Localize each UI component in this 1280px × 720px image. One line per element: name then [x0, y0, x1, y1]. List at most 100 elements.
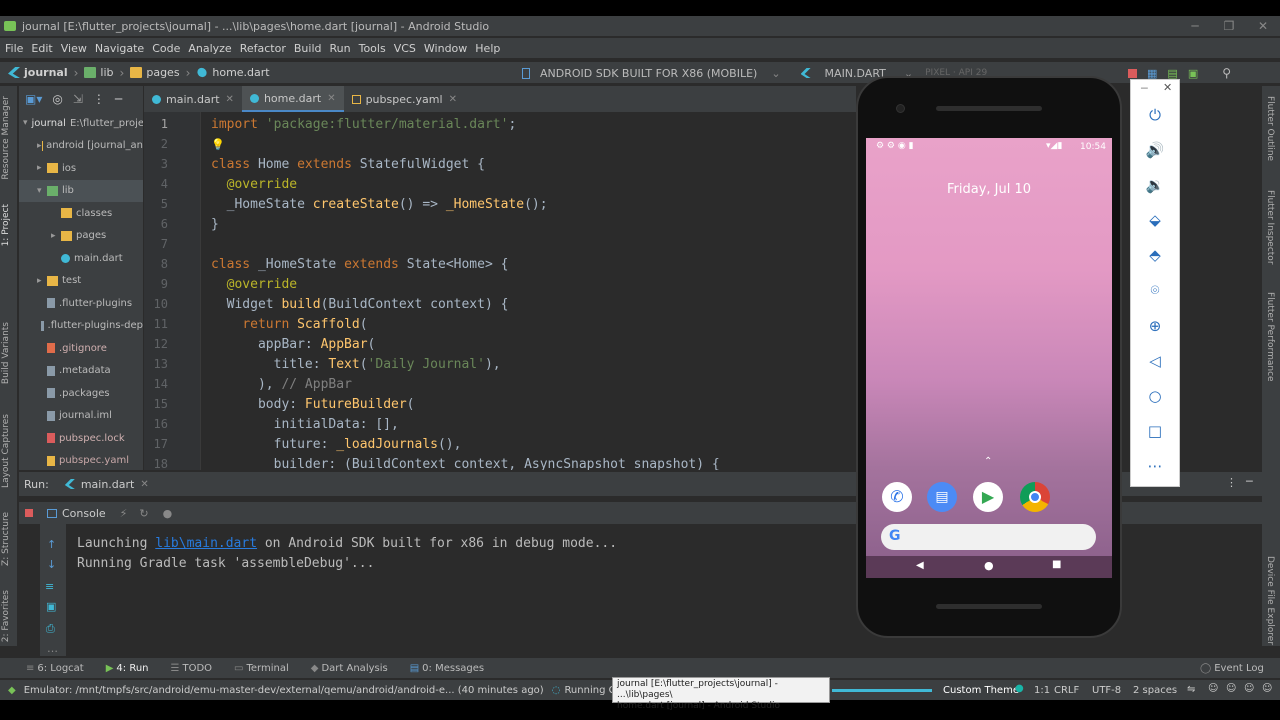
arrow-up-icon[interactable]: ↑ [47, 538, 56, 551]
breadcrumb-pages[interactable]: pages › [124, 66, 190, 80]
project-view-icon[interactable]: ▣▾ [25, 92, 42, 106]
menu-navigate[interactable]: Navigate [94, 42, 145, 55]
face-icon[interactable]: ☺ [1262, 683, 1272, 694]
home-icon[interactable]: ● [984, 559, 994, 572]
tree-item[interactable]: .metadata [19, 360, 143, 383]
recents-icon[interactable]: ■ [1052, 559, 1061, 570]
messages-app-icon[interactable]: ▤ [927, 482, 957, 512]
record-icon[interactable]: ● [163, 507, 173, 520]
face-icon[interactable]: ☺ [1244, 683, 1254, 694]
menu-analyze[interactable]: Analyze [187, 42, 232, 55]
menu-vcs[interactable]: VCS [393, 42, 417, 55]
line-separator-status[interactable]: CRLF [1054, 685, 1079, 696]
menu-refactor[interactable]: Refactor [239, 42, 287, 55]
chrome-icon[interactable] [1020, 482, 1050, 512]
print-icon[interactable]: ⎙ [46, 622, 55, 636]
flutter-inspector-tab[interactable]: Flutter Inspector [1265, 190, 1275, 265]
hide-icon[interactable]: ─ [115, 92, 122, 106]
more-icon[interactable]: ⋯ [1145, 456, 1165, 476]
layout-icon[interactable]: ▦ [1147, 67, 1157, 80]
tab-pubspec-yaml[interactable]: pubspec.yaml ✕ [344, 86, 465, 112]
search-icon[interactable]: ⚲ [1222, 66, 1231, 80]
sdk-icon[interactable]: ▤ [1167, 67, 1177, 80]
tree-item[interactable]: ▾ lib [19, 179, 143, 202]
flash-icon[interactable]: ⚡ [120, 507, 128, 520]
more-icon[interactable]: ⋮ [1226, 476, 1237, 489]
lock-icon[interactable]: ⇋ [1187, 684, 1195, 695]
resource-manager-tab[interactable]: Resource Manager [1, 96, 11, 180]
tree-item[interactable]: pubspec.yaml [19, 450, 143, 471]
close-icon[interactable]: ✕ [449, 94, 457, 105]
tab-home-dart[interactable]: home.dart ✕ [241, 86, 344, 112]
menu-help[interactable]: Help [474, 42, 501, 55]
main-dart-link[interactable]: lib\main.dart [155, 536, 257, 551]
event-log-tab[interactable]: ◯ Event Log [1200, 663, 1264, 674]
structure-tab[interactable]: Z: Structure [1, 512, 11, 566]
phone-app-icon[interactable]: ✆ [882, 482, 912, 512]
collapse-icon[interactable]: ⇲ [73, 92, 83, 106]
menu-run[interactable]: Run [329, 42, 352, 55]
back-icon[interactable]: ◁ [1145, 351, 1165, 371]
close-icon[interactable]: ✕ [226, 94, 234, 105]
rotate-left-icon[interactable]: ⬙ [1145, 210, 1165, 230]
encoding-status[interactable]: UTF-8 [1092, 685, 1121, 696]
tab-main-dart[interactable]: main.dart ✕ [144, 86, 242, 112]
menu-edit[interactable]: Edit [30, 42, 53, 55]
tree-item[interactable]: .gitignore [19, 337, 143, 360]
logcat-tab[interactable]: ≡ 6: Logcat [26, 663, 84, 674]
device-file-explorer-tab[interactable]: Device File Explorer [1265, 556, 1275, 645]
menu-build[interactable]: Build [293, 42, 323, 55]
rotate-right-icon[interactable]: ⬘ [1145, 245, 1165, 265]
menu-tools[interactable]: Tools [358, 42, 387, 55]
play-store-icon[interactable]: ▶ [973, 482, 1003, 512]
code-editor[interactable]: import 'package:flutter/material.dart'; … [200, 112, 856, 470]
flutter-outline-tab[interactable]: Flutter Outline [1265, 96, 1275, 161]
volume-up-icon[interactable]: 🔊 [1145, 140, 1165, 160]
menu-code[interactable]: Code [151, 42, 181, 55]
close-icon[interactable]: ✕ [1246, 16, 1280, 36]
minimize-icon[interactable]: ─ [1141, 82, 1148, 95]
breadcrumb-journal[interactable]: journal › [0, 66, 78, 80]
phone-date[interactable]: Friday, Jul 10 [866, 182, 1112, 197]
google-search-bar[interactable]: G [881, 524, 1096, 550]
soft-wrap-icon[interactable]: ≡ [45, 580, 54, 593]
build-variants-tab[interactable]: Build Variants [1, 322, 11, 384]
tree-item[interactable]: .flutter-plugins-dep [19, 315, 143, 338]
console-tab[interactable]: Console [47, 507, 106, 520]
tree-root[interactable]: ▾ journal E:\flutter_proje [19, 112, 143, 135]
minimize-icon[interactable]: ─ [1178, 16, 1212, 36]
lightbulb-icon[interactable]: 💡 [211, 138, 225, 151]
scroll-end-icon[interactable]: ▣ [46, 600, 56, 613]
terminal-tab[interactable]: ▭ Terminal [234, 663, 289, 674]
close-icon[interactable]: ✕ [140, 479, 148, 490]
hide-icon[interactable]: ─ [1246, 475, 1253, 488]
menu-file[interactable]: File [4, 42, 24, 55]
target-icon[interactable]: ◎ [52, 92, 62, 106]
tree-item[interactable]: .flutter-plugins [19, 292, 143, 315]
camera-icon[interactable]: ⌾ [1145, 280, 1165, 300]
maximize-icon[interactable]: ❐ [1212, 16, 1246, 36]
tree-item[interactable]: main.dart [19, 247, 143, 270]
zoom-icon[interactable]: ⊕ [1145, 316, 1165, 336]
layout-captures-tab[interactable]: Layout Captures [1, 414, 11, 488]
stop-icon[interactable] [1128, 68, 1137, 78]
home-icon[interactable]: ○ [1145, 386, 1165, 406]
more-icon[interactable]: … [47, 642, 58, 655]
breadcrumb-lib[interactable]: lib › [78, 66, 124, 80]
favorites-tab[interactable]: 2: Favorites [1, 590, 11, 642]
volume-down-icon[interactable]: 🔉 [1145, 175, 1165, 195]
tree-item[interactable]: ▸ ios [19, 157, 143, 180]
arrow-down-icon[interactable]: ↓ [47, 558, 56, 571]
emulator-screen[interactable]: ⚙ ⚙ ◉ ▮ ▾◢▮ 10:54 Friday, Jul 10 ⌃ ✆ ▤ ▶… [866, 138, 1112, 578]
avd-icon[interactable]: ▣ [1188, 67, 1198, 80]
tree-item[interactable]: pubspec.lock [19, 427, 143, 450]
tree-item[interactable]: ▸ test [19, 270, 143, 293]
run-tab[interactable]: ▶ 4: Run [106, 663, 149, 674]
face-icon[interactable]: ☺ [1208, 683, 1218, 694]
power-icon[interactable]: ⏻ [1145, 105, 1165, 125]
menu-window[interactable]: Window [423, 42, 468, 55]
project-tab[interactable]: 1: Project [1, 204, 11, 246]
tree-item[interactable]: ▸ pages [19, 225, 143, 248]
flutter-performance-tab[interactable]: Flutter Performance [1265, 292, 1275, 382]
chevron-up-icon[interactable]: ⌃ [984, 456, 992, 467]
